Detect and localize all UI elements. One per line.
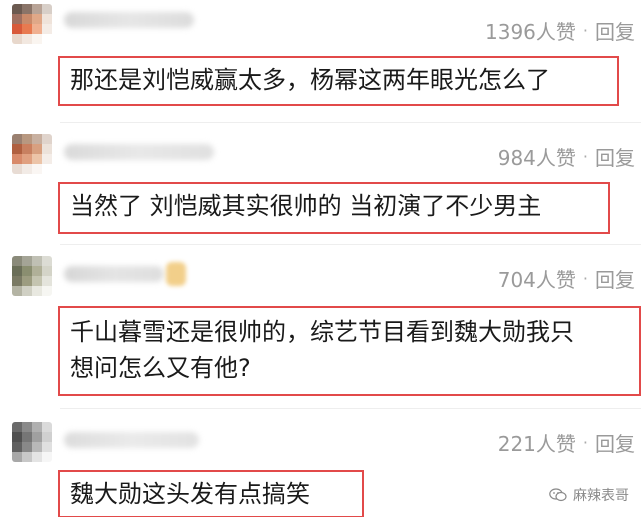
avatar[interactable] — [12, 422, 52, 462]
meta-separator: · — [582, 433, 588, 452]
avatar[interactable] — [12, 134, 52, 174]
comment-text-highlighted: 千山暮雪还是很帅的，综艺节目看到魏大勋我只 想问怎么又有他? — [58, 306, 641, 396]
meta-separator: · — [582, 147, 588, 166]
divider — [60, 122, 641, 123]
divider — [60, 244, 641, 245]
reply-button[interactable]: 回复 — [595, 428, 635, 457]
watermark: 麻辣表哥 — [549, 485, 629, 505]
comment-item: 221人赞 · 回复 魏大勋这头发有点搞笑 — [0, 410, 641, 517]
avatar[interactable] — [12, 256, 52, 296]
avatar[interactable] — [12, 4, 52, 44]
like-count[interactable]: 1396人赞 — [485, 16, 576, 45]
comment-meta: 1396人赞 · 回复 — [485, 16, 635, 45]
meta-separator: · — [582, 269, 588, 288]
watermark-text: 麻辣表哥 — [573, 488, 629, 504]
comment-text: 魏大勋这头发有点搞笑 — [70, 480, 310, 508]
comment-text-highlighted: 那还是刘恺威赢太多，杨幂这两年眼光怎么了 — [58, 56, 619, 106]
comment-item: 704人赞 · 回复 千山暮雪还是很帅的，综艺节目看到魏大勋我只 想问怎么又有他… — [0, 246, 641, 406]
username-blurred[interactable] — [64, 144, 214, 160]
comment-item: 984人赞 · 回复 当然了 刘恺威其实很帅的 当初演了不少男主 — [0, 124, 641, 242]
comment-text-highlighted: 魏大勋这头发有点搞笑 — [58, 470, 364, 517]
username-blurred[interactable] — [64, 432, 199, 448]
comment-text: 那还是刘恺威赢太多，杨幂这两年眼光怎么了 — [70, 66, 550, 94]
divider — [60, 408, 641, 409]
comment-text-line-1: 千山暮雪还是很帅的，综艺节目看到魏大勋我只 — [70, 318, 574, 346]
comment-text: 当然了 刘恺威其实很帅的 当初演了不少男主 — [70, 192, 542, 220]
comment-item: 1396人赞 · 回复 那还是刘恺威赢太多，杨幂这两年眼光怎么了 — [0, 0, 641, 120]
comment-meta: 221人赞 · 回复 — [498, 428, 635, 457]
meta-separator: · — [582, 21, 588, 40]
comment-text-line-2: 想问怎么又有他? — [70, 354, 251, 382]
username-blurred[interactable] — [64, 266, 164, 282]
comment-text-highlighted: 当然了 刘恺威其实很帅的 当初演了不少男主 — [58, 182, 610, 234]
reply-button[interactable]: 回复 — [595, 16, 635, 45]
comment-meta: 984人赞 · 回复 — [498, 142, 635, 171]
like-count[interactable]: 984人赞 — [498, 142, 576, 171]
reply-button[interactable]: 回复 — [595, 264, 635, 293]
like-count[interactable]: 221人赞 — [498, 428, 576, 457]
username-blurred[interactable] — [64, 12, 194, 28]
reply-button[interactable]: 回复 — [595, 142, 635, 171]
user-badge-blurred — [166, 262, 186, 286]
wechat-icon — [549, 488, 567, 502]
like-count[interactable]: 704人赞 — [498, 264, 576, 293]
comment-meta: 704人赞 · 回复 — [498, 264, 635, 293]
comment-thread: 1396人赞 · 回复 那还是刘恺威赢太多，杨幂这两年眼光怎么了 984人赞 ·… — [0, 0, 641, 517]
